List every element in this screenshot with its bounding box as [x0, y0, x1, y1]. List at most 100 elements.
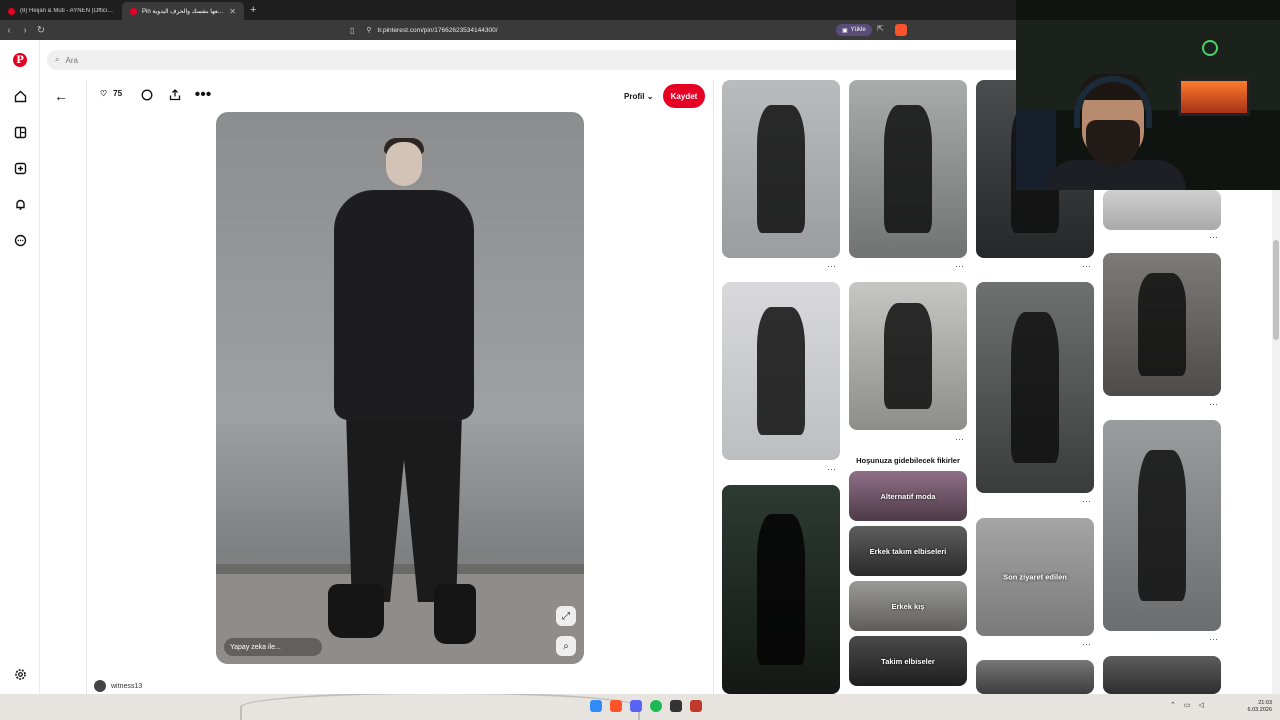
pin-more-icon[interactable]: ⋯ [827, 261, 836, 272]
heart-icon: ♡ [100, 89, 108, 98]
close-tab-icon[interactable]: ✕ [229, 7, 236, 16]
grid-pin[interactable] [722, 282, 840, 460]
pin-more-icon[interactable]: ⋯ [1082, 496, 1091, 507]
grid-pin[interactable] [849, 282, 967, 430]
install-label: Yükle [850, 27, 866, 33]
url-text[interactable]: tr.pinterest.com/pin/17662623534144300/ [378, 27, 498, 34]
idea-tile-mens-suits[interactable]: Erkek takım elbiseleri [849, 526, 967, 576]
grid-pin[interactable] [722, 80, 840, 258]
pin-author[interactable]: witness13 [94, 680, 142, 692]
address-bar[interactable]: ▯ ⚲ tr.pinterest.com/pin/176626235341443… [350, 23, 910, 37]
pinterest-favicon-icon [130, 7, 137, 15]
pin-more-icon[interactable]: ⋯ [1082, 261, 1091, 272]
start-menu-icon[interactable] [590, 700, 602, 712]
browser-tab-pinterest[interactable]: Pin اصنعها بنفسك والحرف اليدوية ✕ [122, 2, 244, 20]
grid-pin[interactable] [1103, 190, 1221, 230]
pin-figure [757, 306, 805, 436]
figure-jacket [334, 190, 474, 420]
back-arrow-icon[interactable]: ← [54, 88, 68, 104]
save-button[interactable]: Kaydet [663, 84, 705, 108]
settings-icon[interactable] [12, 666, 28, 682]
grid-pin[interactable] [849, 80, 967, 258]
pin-more-icon[interactable]: ⋯ [1209, 232, 1218, 243]
pin-figure [1011, 311, 1059, 464]
pin-figure [1138, 273, 1186, 376]
browser-tab-youtube[interactable]: (8) Heijan & Muti - AYNEN (Official V [0, 2, 122, 20]
xbox-logo-icon [1202, 40, 1218, 56]
tray-chevron-icon[interactable]: ⌃ [1170, 701, 1176, 709]
os-taskbar: ⌃ ▭ ◁ 21:03 6.03.2026 [0, 694, 1280, 720]
comment-icon[interactable] [140, 88, 154, 102]
grid-pin[interactable] [1103, 420, 1221, 631]
figure-boot-left [328, 584, 384, 638]
messages-icon[interactable] [12, 232, 28, 248]
install-app-button[interactable]: ▣ Yükle [836, 24, 872, 36]
brave-shield-icon[interactable] [895, 24, 907, 36]
search-icon: ⌕ [55, 55, 60, 64]
clock-time: 21:03 [1258, 700, 1272, 706]
profile-label: Profil [624, 92, 645, 101]
explore-icon[interactable] [12, 124, 28, 140]
grid-pin[interactable] [722, 485, 840, 694]
share-icon[interactable] [168, 88, 182, 102]
pin-figure [884, 302, 932, 410]
grid-pin[interactable] [1103, 253, 1221, 396]
home-icon[interactable] [12, 88, 28, 104]
ideas-heading: Hoşunuza gidebilecek fikirler [856, 456, 960, 465]
reload-icon[interactable]: ↻ [34, 25, 48, 36]
search-input[interactable]: ⌕ Ara [47, 50, 1037, 70]
scrollbar-thumb[interactable] [1273, 240, 1279, 340]
pin-more-icon[interactable]: ⋯ [1209, 399, 1218, 410]
clock-date: 6.03.2026 [1247, 707, 1272, 713]
system-tray: ⌃ ▭ ◁ [1170, 701, 1204, 709]
network-icon[interactable]: ▭ [1184, 701, 1191, 709]
more-options-icon[interactable]: ••• [195, 86, 212, 103]
main-pin-image[interactable]: Yapay zeka ile... ⤢ ⌕ [216, 112, 584, 664]
pin-figure [1138, 449, 1186, 602]
back-nav-icon[interactable]: ‹ [2, 25, 16, 36]
pin-figure [757, 104, 805, 234]
idea-tile-mens-winter[interactable]: Erkek kış [849, 581, 967, 631]
pin-more-icon[interactable]: ⋯ [1082, 639, 1091, 650]
idea-tile-suits[interactable]: Takim elbiseler [849, 636, 967, 686]
figure-boot-right [434, 584, 476, 644]
notifications-icon[interactable] [12, 196, 28, 212]
new-tab-icon[interactable]: + [250, 4, 256, 16]
pin-more-icon[interactable]: ⋯ [827, 464, 836, 475]
visual-search-icon[interactable]: ⌕ [556, 636, 576, 656]
tab-title: Pin اصنعها بنفسك والحرف اليدوية [142, 8, 225, 15]
pin-more-icon[interactable]: ⋯ [1209, 634, 1218, 645]
discord-app-icon[interactable] [630, 700, 642, 712]
youtube-favicon-icon [8, 7, 15, 15]
grid-pin-recent[interactable]: Son ziyaret edilen [976, 518, 1094, 636]
spotify-app-icon[interactable] [650, 700, 662, 712]
profile-dropdown[interactable]: Profil ⌄ [624, 92, 653, 101]
chevron-down-icon: ⌄ [646, 92, 654, 101]
forward-nav-icon[interactable]: › [18, 25, 32, 36]
bookmark-icon[interactable]: ▯ [350, 26, 354, 35]
grid-pin[interactable] [976, 660, 1094, 694]
like-button[interactable]: ♡ 75 [100, 89, 122, 98]
pin-more-icon[interactable]: ⋯ [955, 261, 964, 272]
recent-label: Son ziyaret edilen [1003, 572, 1067, 582]
brave-app-icon[interactable] [610, 700, 622, 712]
obs-app-icon[interactable] [670, 700, 682, 712]
search-placeholder: Ara [65, 55, 78, 65]
taskbar-clock[interactable]: 21:03 6.03.2026 [1232, 700, 1272, 714]
pinterest-logo-icon[interactable]: P [12, 52, 28, 68]
idea-tile-alternative-fashion[interactable]: Alternatif moda [849, 471, 967, 521]
ai-search-pill[interactable]: Yapay zeka ile... [224, 638, 322, 656]
expand-icon[interactable]: ⤢ [556, 606, 576, 626]
like-count: 75 [113, 89, 123, 98]
pin-more-icon[interactable]: ⋯ [955, 434, 964, 445]
tab-title: (8) Heijan & Muti - AYNEN (Official V [20, 8, 114, 14]
grid-pin[interactable] [976, 282, 1094, 493]
app-icon[interactable] [690, 700, 702, 712]
site-info-icon[interactable]: ⚲ [366, 26, 371, 34]
install-icon: ▣ [842, 27, 848, 34]
create-icon[interactable] [12, 160, 28, 176]
share-page-icon[interactable]: ⇱ [877, 24, 884, 33]
browser-nav-bar: ‹ › ↻ ▯ ⚲ tr.pinterest.com/pin/176626235… [0, 20, 1016, 40]
grid-pin[interactable] [1103, 656, 1221, 694]
volume-icon[interactable]: ◁ [1199, 701, 1204, 709]
